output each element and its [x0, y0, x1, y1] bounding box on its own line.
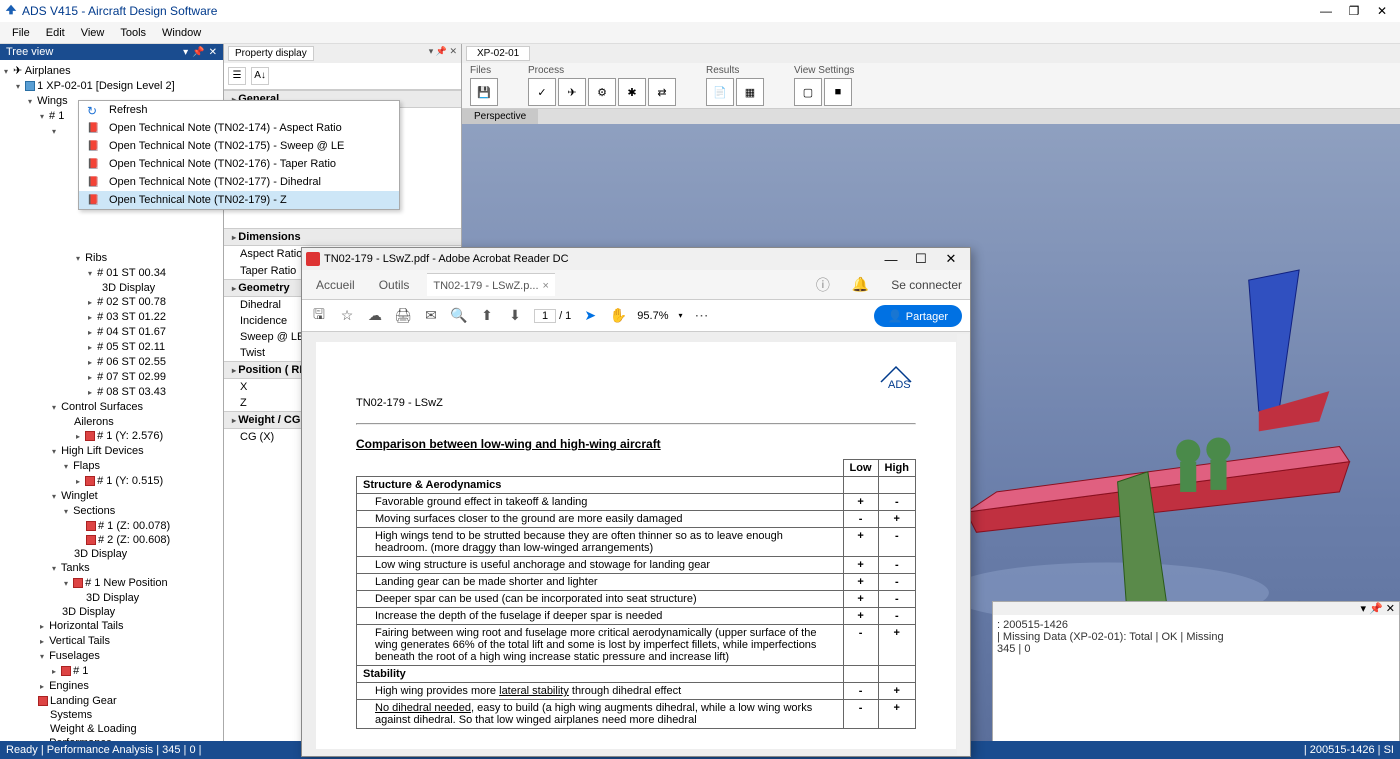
- toolbar-ribbon: Files 💾 Process ✓ ✈ ⚙ ✱ ⇄ Results 📄 ▦: [462, 63, 1400, 109]
- property-tab[interactable]: Property display: [228, 46, 314, 61]
- acrobat-window: TN02-179 - LSwZ.pdf - Adobe Acrobat Read…: [301, 247, 971, 757]
- console-output: : 200515-1426 | Missing Data (XP-02-01):…: [993, 615, 1399, 659]
- print-icon[interactable]: 🖨: [394, 307, 412, 325]
- transfer-icon[interactable]: ⇄: [648, 78, 676, 106]
- airplane-icon[interactable]: ✈: [558, 78, 586, 106]
- menu-file[interactable]: File: [4, 25, 38, 41]
- gear-icon[interactable]: ⚙: [588, 78, 616, 106]
- property-toolbar: ☰ A↓: [224, 63, 461, 90]
- svg-text:ADS: ADS: [888, 379, 911, 390]
- acrobat-titlebar[interactable]: TN02-179 - LSwZ.pdf - Adobe Acrobat Read…: [302, 248, 970, 270]
- zoom-level[interactable]: 95.7%: [637, 310, 668, 322]
- ctx-tn-179[interactable]: Open Technical Note (TN02-179) - Z: [79, 191, 399, 209]
- doc-heading: Comparison between low-wing and high-win…: [356, 437, 916, 451]
- atom-icon[interactable]: ✱: [618, 78, 646, 106]
- tree-collapse-icon[interactable]: ▾: [183, 47, 188, 58]
- status-right: | 200515-1426 | SI: [1304, 744, 1394, 756]
- save-icon[interactable]: 💾: [470, 78, 498, 106]
- acrobat-close[interactable]: ✕: [936, 251, 966, 267]
- help-icon[interactable]: ⓘ: [816, 275, 830, 295]
- star-icon[interactable]: ☆: [338, 307, 356, 325]
- save-pdf-icon[interactable]: 🖫: [310, 307, 328, 325]
- titlebar: ADS V415 - Aircraft Design Software — ❐ …: [0, 0, 1400, 22]
- cloud-icon[interactable]: ☁: [366, 307, 384, 325]
- mail-icon[interactable]: ✉: [422, 307, 440, 325]
- report-icon[interactable]: 📄: [706, 78, 734, 106]
- menu-tools[interactable]: Tools: [112, 25, 154, 41]
- app-icon: [4, 3, 22, 20]
- view-tab-perspective[interactable]: Perspective: [462, 109, 538, 124]
- pdf-icon: [306, 252, 320, 266]
- search-icon[interactable]: 🔍: [450, 307, 468, 325]
- ads-logo: ADS: [356, 362, 916, 393]
- categorize-icon[interactable]: ☰: [228, 67, 246, 85]
- check-icon[interactable]: ✓: [528, 78, 556, 106]
- tab-document[interactable]: TN02-179 - LSwZ.p...×: [427, 273, 555, 296]
- menu-window[interactable]: Window: [154, 25, 209, 41]
- grid-icon[interactable]: ▦: [736, 78, 764, 106]
- ctx-tn-177[interactable]: Open Technical Note (TN02-177) - Dihedra…: [79, 173, 399, 191]
- tab-close-icon[interactable]: ×: [543, 280, 549, 292]
- acrobat-toolbar: 🖫 ☆ ☁ 🖨 ✉ 🔍 ⬆ ⬇ / 1 ➤ ✋ 95.7%▾ ⋯ 👤 Parta…: [302, 300, 970, 332]
- maximize-button[interactable]: ❐: [1340, 4, 1368, 18]
- pdf-scrollbar[interactable]: [957, 334, 969, 755]
- console-panel: ▾ 📌 ✕ : 200515-1426 | Missing Data (XP-0…: [992, 601, 1400, 759]
- solid-icon[interactable]: ■: [824, 78, 852, 106]
- close-button[interactable]: ✕: [1368, 4, 1396, 18]
- sort-icon[interactable]: A↓: [251, 67, 269, 85]
- tab-accueil[interactable]: Accueil: [310, 274, 361, 296]
- ctx-tn-174[interactable]: Open Technical Note (TN02-174) - Aspect …: [79, 119, 399, 137]
- menubar: File Edit View Tools Window: [0, 22, 1400, 44]
- cursor-icon[interactable]: ➤: [581, 307, 599, 325]
- status-left: Ready | Performance Analysis | 345 | 0 |: [6, 744, 201, 756]
- menu-edit[interactable]: Edit: [38, 25, 73, 41]
- acrobat-minimize[interactable]: —: [876, 252, 906, 267]
- ctx-tn-175[interactable]: Open Technical Note (TN02-175) - Sweep @…: [79, 137, 399, 155]
- context-menu: Refresh Open Technical Note (TN02-174) -…: [78, 100, 400, 210]
- app-title: ADS V415 - Aircraft Design Software: [22, 4, 217, 18]
- pdf-page[interactable]: ADS TN02-179 - LSwZ Comparison between l…: [302, 332, 970, 756]
- ctx-tn-176[interactable]: Open Technical Note (TN02-176) - Taper R…: [79, 155, 399, 173]
- menu-view[interactable]: View: [73, 25, 113, 41]
- tree-close-icon[interactable]: ✕: [209, 47, 217, 58]
- main-tab[interactable]: XP-02-01: [466, 46, 530, 61]
- acrobat-maximize[interactable]: ☐: [906, 251, 936, 267]
- share-button[interactable]: 👤 Partager: [874, 305, 962, 327]
- minimize-button[interactable]: —: [1312, 4, 1340, 18]
- comparison-table: LowHigh Structure & AerodynamicsFavorabl…: [356, 459, 916, 729]
- doc-id: TN02-179 - LSwZ: [356, 397, 916, 409]
- layers-icon[interactable]: ▢: [794, 78, 822, 106]
- page-down-icon[interactable]: ⬇: [506, 307, 524, 325]
- section-dimensions[interactable]: Dimensions: [224, 228, 461, 246]
- hand-icon[interactable]: ✋: [609, 307, 627, 325]
- more-icon[interactable]: ⋯: [693, 307, 711, 325]
- bell-icon[interactable]: 🔔: [852, 276, 869, 293]
- page-up-icon[interactable]: ⬆: [478, 307, 496, 325]
- tree-view-title: Tree view ▾ 📌 ✕: [0, 44, 223, 60]
- page-input[interactable]: [534, 309, 556, 323]
- ctx-refresh[interactable]: Refresh: [79, 101, 399, 119]
- console-controls[interactable]: ▾ 📌 ✕: [1360, 603, 1395, 615]
- tree-pin-icon[interactable]: 📌: [192, 47, 204, 58]
- connect-link[interactable]: Se connecter: [891, 278, 962, 292]
- tab-outils[interactable]: Outils: [373, 274, 416, 296]
